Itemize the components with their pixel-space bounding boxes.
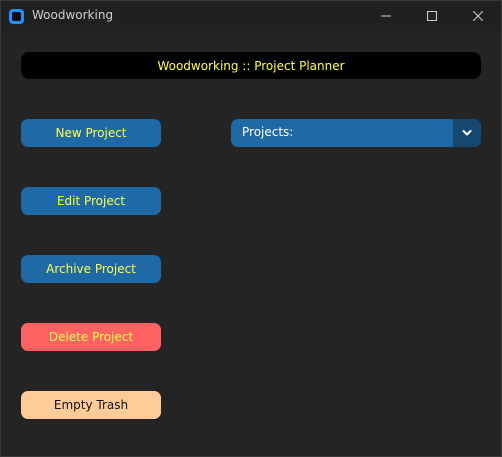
title-bar[interactable]: Woodworking xyxy=(1,1,501,31)
edit-project-button[interactable]: Edit Project xyxy=(21,187,161,215)
close-button[interactable] xyxy=(455,1,501,31)
app-icon xyxy=(9,9,24,24)
empty-trash-button[interactable]: Empty Trash xyxy=(21,391,161,419)
minimize-button[interactable] xyxy=(363,1,409,31)
projects-dropdown[interactable]: Projects: xyxy=(231,119,481,147)
chevron-down-icon xyxy=(462,130,472,136)
new-project-button[interactable]: New Project xyxy=(21,119,161,147)
minimize-icon xyxy=(381,15,391,17)
maximize-button[interactable] xyxy=(409,1,455,31)
close-icon xyxy=(473,11,483,21)
archive-project-button[interactable]: Archive Project xyxy=(21,255,161,283)
delete-project-button[interactable]: Delete Project xyxy=(21,323,161,351)
app-window: Woodworking Woodworking :: Project Plann… xyxy=(0,0,502,457)
page-title: Woodworking :: Project Planner xyxy=(21,52,481,79)
dropdown-arrow-button[interactable] xyxy=(453,119,481,147)
maximize-icon xyxy=(427,11,437,21)
window-title: Woodworking xyxy=(32,8,114,22)
projects-dropdown-value: Projects: xyxy=(242,125,294,139)
